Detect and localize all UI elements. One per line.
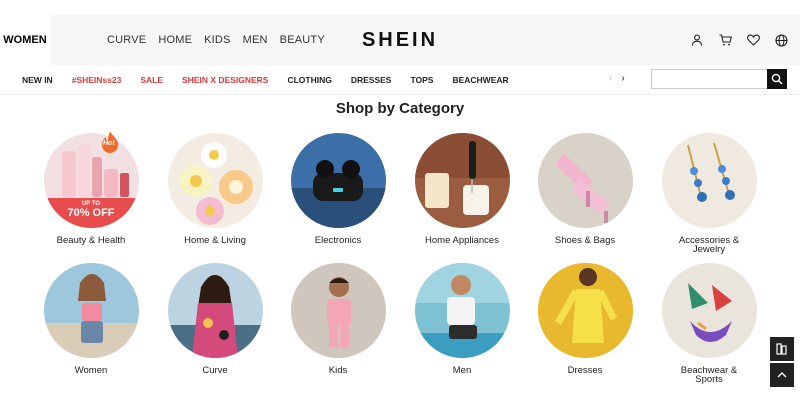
- category-shoes-bags[interactable]: Shoes & Bags: [530, 133, 640, 245]
- shein-logo[interactable]: SHEIN: [352, 25, 448, 55]
- category-label: Beachwear & Sports: [654, 366, 764, 385]
- category-beachwear-sports[interactable]: Beachwear & Sports: [654, 263, 764, 384]
- wishlist-heart-icon[interactable]: [746, 33, 760, 47]
- category-beauty-health[interactable]: UP TO 70% OFF Hot Beauty & Health: [36, 130, 146, 246]
- globe-icon[interactable]: [774, 33, 788, 47]
- category-label: Home Appliances: [425, 235, 499, 246]
- back-to-top-button[interactable]: [770, 363, 794, 387]
- category-label: Men: [452, 365, 472, 376]
- yellow-dress-model-illustration: [537, 263, 633, 358]
- header-icons: [690, 15, 788, 65]
- kid-model-illustration: [290, 263, 386, 358]
- search-input[interactable]: [651, 69, 767, 89]
- category-home-appliances[interactable]: Home Appliances: [407, 133, 517, 245]
- earrings-illustration: [686, 142, 735, 202]
- top-header: WOMEN CURVE HOME KIDS MEN BEAUTY SHEIN: [0, 15, 800, 65]
- category-label: Beauty & Health: [56, 235, 126, 246]
- catalog-button[interactable]: [770, 337, 794, 361]
- subnav-arrows: ‹ ›: [609, 73, 625, 84]
- cart-icon[interactable]: [718, 33, 732, 47]
- earbuds-illustration: [290, 160, 386, 228]
- subnav-new-in[interactable]: NEW IN: [22, 75, 53, 85]
- bikini-illustration: [687, 283, 732, 342]
- chevron-up-icon: [777, 372, 787, 378]
- category-label: Curve: [202, 365, 228, 376]
- subnav-dresses[interactable]: DRESSES: [351, 75, 392, 85]
- flower-pillows-illustration: [179, 142, 253, 225]
- woman-model-illustration: [43, 274, 139, 358]
- nav-home[interactable]: HOME: [158, 34, 192, 46]
- section-title: Shop by Category: [335, 100, 465, 117]
- subnav-clothing[interactable]: CLOTHING: [287, 75, 331, 85]
- category-accessories-jewelry[interactable]: Accessories & Jewelry: [654, 133, 764, 254]
- category-image: [661, 263, 757, 358]
- category-image: [290, 263, 386, 358]
- hot-badge: Hot: [97, 130, 123, 156]
- prev-arrow-icon[interactable]: ‹: [609, 73, 612, 84]
- category-women[interactable]: Women: [36, 263, 146, 375]
- category-men[interactable]: Men: [407, 263, 517, 375]
- tab-women[interactable]: WOMEN: [0, 15, 50, 65]
- hot-badge-label: Hot: [103, 140, 115, 147]
- nav-kids[interactable]: KIDS: [204, 34, 230, 46]
- category-image: [167, 133, 263, 228]
- nav-men[interactable]: MEN: [243, 34, 268, 46]
- category-label: Accessories & Jewelry: [654, 236, 764, 255]
- category-image: [167, 263, 263, 358]
- man-model-illustration: [414, 263, 510, 358]
- nav-curve[interactable]: CURVE: [107, 34, 146, 46]
- category-label: Kids: [328, 365, 348, 376]
- header-background: CURVE HOME KIDS MEN BEAUTY SHEIN: [50, 15, 800, 65]
- subnav-links: NEW IN #SHEINss23 SALE SHEIN X DESIGNERS…: [22, 65, 509, 95]
- category-label-line2: Jewelry: [692, 244, 726, 255]
- curve-model-illustration: [167, 275, 263, 358]
- category-label: Electronics: [314, 235, 362, 246]
- category-label: Home & Living: [184, 235, 246, 246]
- category-curve[interactable]: Curve: [160, 263, 270, 375]
- frother-illustration: [414, 133, 510, 215]
- subnav-sale[interactable]: SALE: [140, 75, 163, 85]
- promo-big-text: 70% OFF: [67, 207, 115, 219]
- subnav-beachwear[interactable]: BEACHWEAR: [452, 75, 508, 85]
- category-dresses[interactable]: Dresses: [530, 263, 640, 375]
- category-label: Shoes & Bags: [554, 235, 616, 246]
- category-home-living[interactable]: Home & Living: [160, 133, 270, 245]
- catalog-icon: [776, 343, 787, 355]
- nav-beauty[interactable]: BEAUTY: [280, 34, 325, 46]
- category-image: [537, 263, 633, 358]
- subnav-sheinss23[interactable]: #SHEINss23: [72, 75, 122, 85]
- category-label: Dresses: [567, 365, 603, 376]
- category-label-line2: Sports: [695, 374, 723, 385]
- category-image: [537, 133, 633, 228]
- category-image: [290, 133, 386, 228]
- category-image: UP TO 70% OFF: [43, 133, 139, 228]
- user-icon[interactable]: [690, 33, 704, 47]
- category-image: [661, 133, 757, 228]
- subnav-shein-x-designers[interactable]: SHEIN X DESIGNERS: [182, 75, 268, 85]
- category-label: Women: [74, 365, 108, 376]
- next-arrow-icon[interactable]: ›: [621, 73, 624, 84]
- category-kids[interactable]: Kids: [283, 263, 393, 375]
- category-image: [414, 133, 510, 228]
- category-image: [414, 263, 510, 358]
- search-button[interactable]: [767, 69, 787, 89]
- pink-heels-illustration: [555, 153, 610, 223]
- category-electronics[interactable]: Electronics: [283, 133, 393, 245]
- top-nav: CURVE HOME KIDS MEN BEAUTY: [107, 15, 325, 65]
- subnav-tops[interactable]: TOPS: [410, 75, 433, 85]
- category-image: [43, 263, 139, 358]
- search-icon: [771, 73, 783, 85]
- promo-banner: UP TO 70% OFF: [43, 198, 139, 228]
- promo-small-text: UP TO: [81, 201, 101, 207]
